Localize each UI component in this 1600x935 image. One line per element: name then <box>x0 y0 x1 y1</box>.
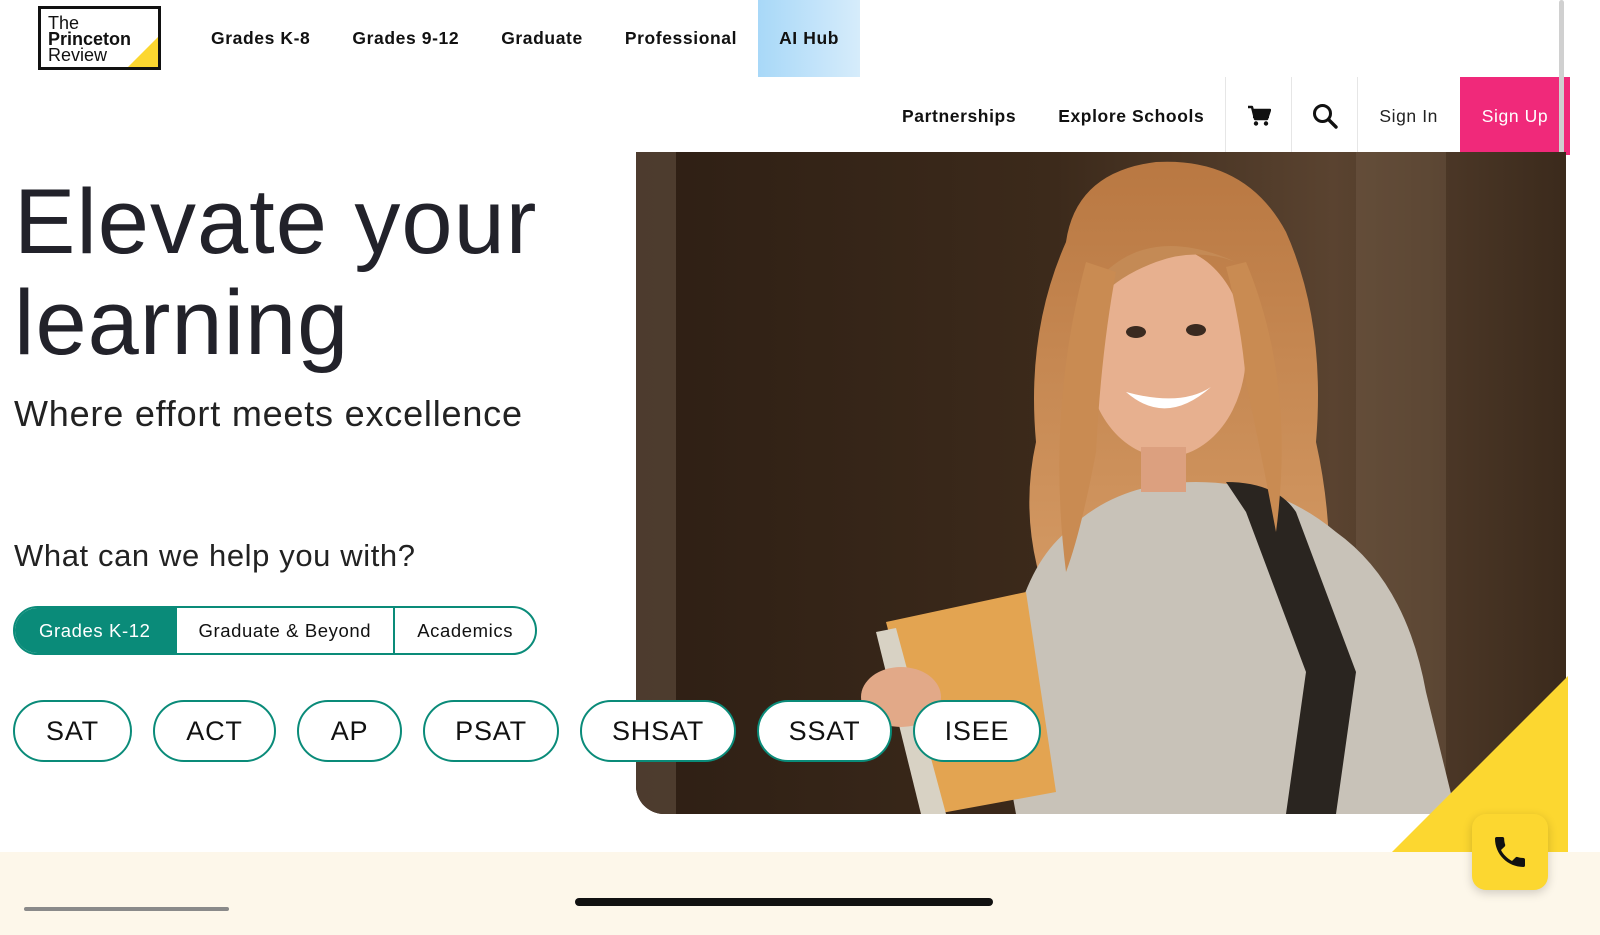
tab-academics[interactable]: Academics <box>393 608 535 653</box>
primary-nav: Grades K-8 Grades 9-12 Graduate Professi… <box>190 0 861 77</box>
cart-icon <box>1247 105 1271 126</box>
tab-graduate-beyond[interactable]: Graduate & Beyond <box>174 608 394 653</box>
nav-grades-k8[interactable]: Grades K-8 <box>190 0 331 77</box>
princeton-review-logo[interactable]: The Princeton Review <box>38 6 161 70</box>
call-button[interactable] <box>1472 814 1548 890</box>
hero-subtitle: Where effort meets excellence <box>14 393 523 434</box>
horizontal-scroll-indicator <box>24 907 229 911</box>
search-icon <box>1312 104 1338 129</box>
hero-title-line-1: Elevate your <box>14 171 538 273</box>
help-prompt: What can we help you with? <box>14 538 416 573</box>
tab-grades-k12[interactable]: Grades K-12 <box>15 608 175 653</box>
search-button[interactable] <box>1291 77 1357 155</box>
audience-tabs: Grades K-12 Graduate & Beyond Academics <box>13 606 538 655</box>
secondary-nav: Partnerships Explore Schools Sign In Sig… <box>881 77 1570 155</box>
sign-in-link[interactable]: Sign In <box>1357 77 1460 155</box>
home-indicator[interactable] <box>575 898 993 906</box>
phone-icon <box>1495 837 1525 867</box>
nav-grades-9-12[interactable]: Grades 9-12 <box>331 0 480 77</box>
test-pill-ssat[interactable]: SSAT <box>757 700 892 762</box>
nav-ai-hub[interactable]: AI Hub <box>758 0 861 77</box>
next-section-band <box>0 852 1600 935</box>
page-scrollbar[interactable] <box>1559 0 1564 155</box>
logo-corner-mark <box>128 37 158 67</box>
sign-up-button[interactable]: Sign Up <box>1460 77 1570 155</box>
cart-button[interactable] <box>1225 77 1291 155</box>
test-pill-sat[interactable]: SAT <box>13 700 132 762</box>
nav-explore-schools[interactable]: Explore Schools <box>1037 77 1225 155</box>
test-pill-ap[interactable]: AP <box>297 700 402 762</box>
hero-title: Elevate your learning <box>14 172 654 374</box>
logo-text-review: Review <box>48 45 108 65</box>
nav-partnerships[interactable]: Partnerships <box>881 77 1037 155</box>
test-pill-isee[interactable]: ISEE <box>913 700 1041 762</box>
test-pill-psat[interactable]: PSAT <box>423 700 559 762</box>
test-pill-act[interactable]: ACT <box>153 700 276 762</box>
hero-title-line-2: learning <box>14 272 350 374</box>
test-pills: SAT ACT AP PSAT SHSAT SSAT ISEE <box>13 700 1041 762</box>
test-pill-shsat[interactable]: SHSAT <box>580 700 736 762</box>
nav-professional[interactable]: Professional <box>604 0 758 77</box>
nav-graduate[interactable]: Graduate <box>480 0 604 77</box>
